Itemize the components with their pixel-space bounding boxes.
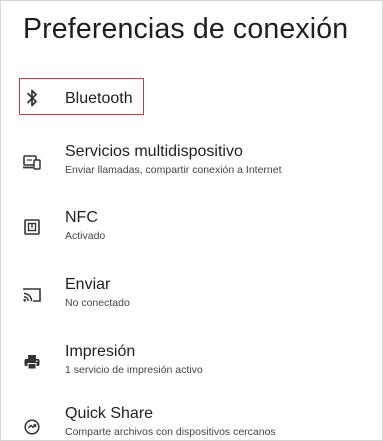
bluetooth-icon [22, 88, 42, 108]
settings-item-title: NFC [65, 209, 98, 226]
multidevice-icon [22, 152, 42, 172]
settings-item-title: Quick Share [65, 405, 154, 422]
settings-item-printing[interactable]: Impresión 1 servicio de impresión activo [1, 341, 382, 383]
settings-item-cast[interactable]: Enviar No conectado [1, 273, 382, 315]
settings-item-multidevice[interactable]: Servicios multidispositivo Enviar llamad… [1, 140, 382, 182]
quick-share-icon [22, 417, 42, 437]
page-title: Preferencias de conexión [23, 13, 349, 45]
settings-item-nfc[interactable]: NFC Activado [1, 206, 382, 248]
settings-item-subtitle: Comparte archivos con dispositivos cerca… [65, 426, 276, 438]
cast-icon [22, 285, 42, 305]
settings-item-subtitle: 1 servicio de impresión activo [65, 364, 203, 376]
settings-item-quick-share[interactable]: Quick Share Comparte archivos con dispos… [1, 402, 382, 440]
settings-item-title: Servicios multidispositivo [65, 143, 243, 160]
settings-item-subtitle: Enviar llamadas, compartir conexión a In… [65, 164, 282, 176]
printer-icon [22, 352, 42, 372]
settings-item-title: Bluetooth [65, 90, 133, 107]
nfc-icon [22, 217, 42, 237]
settings-screen: Preferencias de conexión Bluetooth Servi… [0, 0, 383, 441]
settings-item-bluetooth[interactable]: Bluetooth [1, 85, 382, 111]
settings-item-subtitle: Activado [65, 230, 106, 242]
settings-item-title: Enviar [65, 276, 111, 293]
settings-item-title: Impresión [65, 343, 136, 360]
settings-item-subtitle: No conectado [65, 297, 130, 309]
